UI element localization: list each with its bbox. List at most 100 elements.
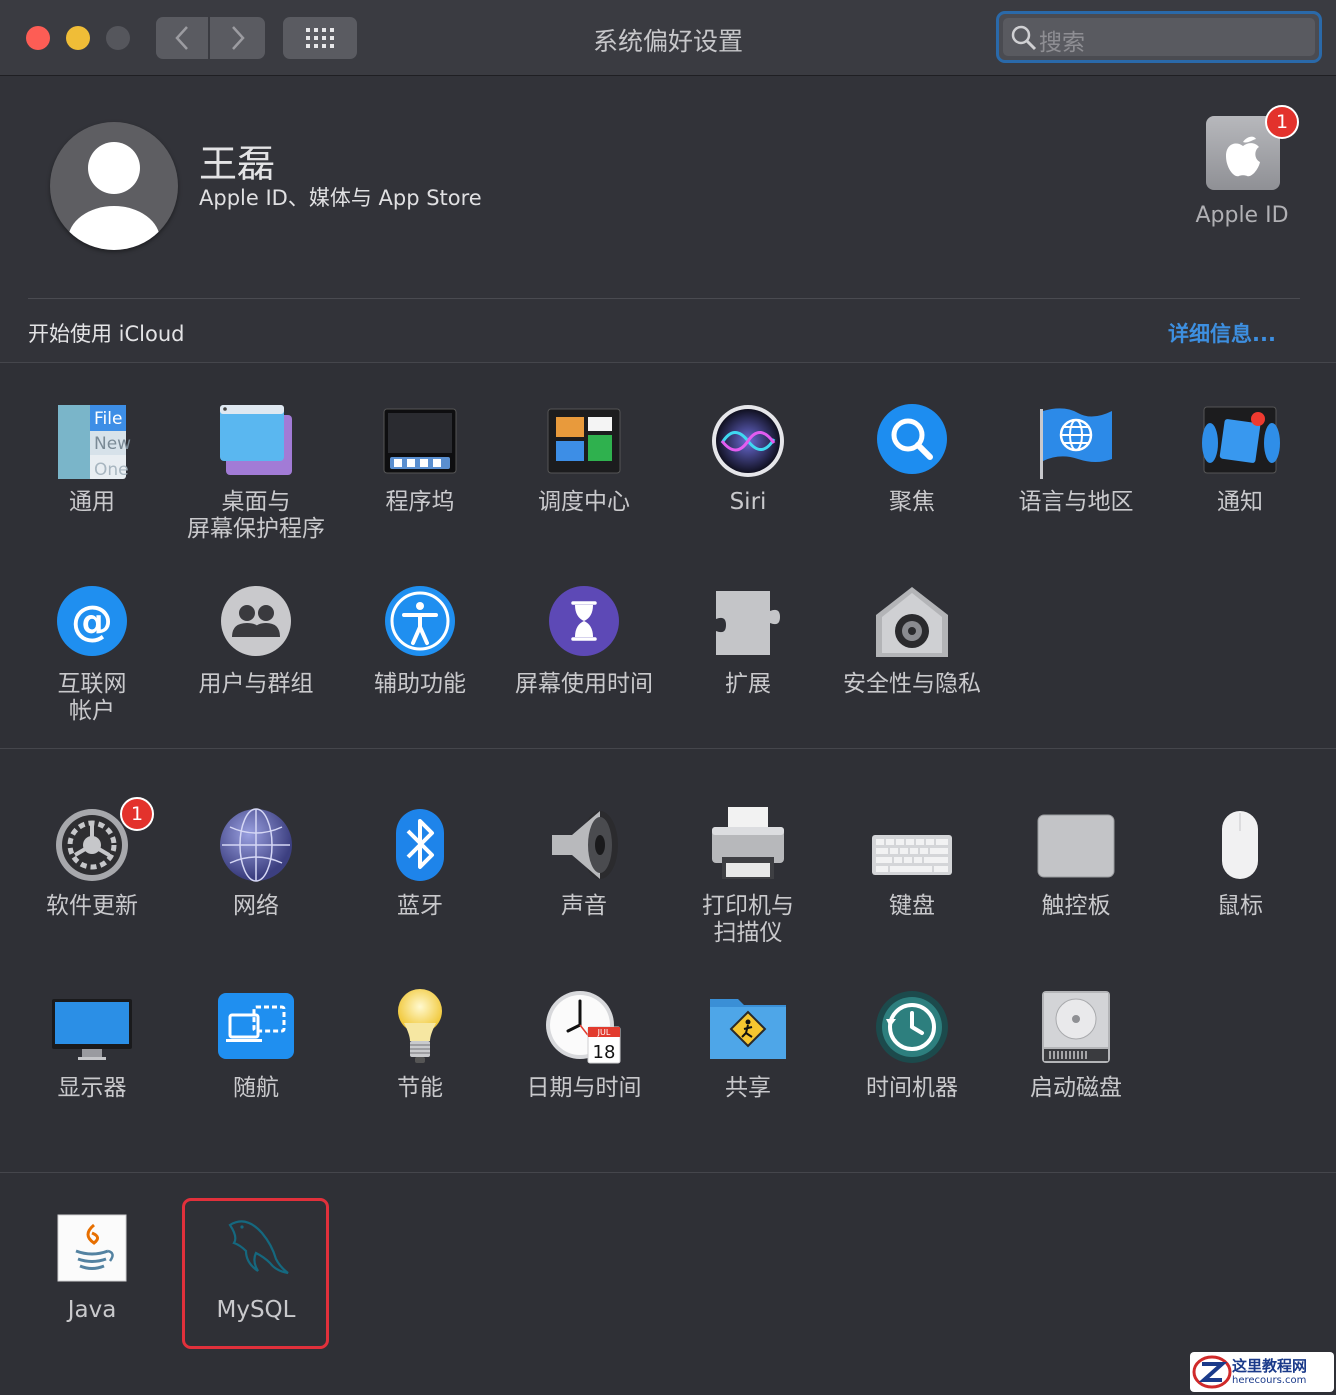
pane-label: 网络 (233, 893, 279, 919)
pane-label: 打印机与 扫描仪 (702, 893, 794, 946)
pane-label: 蓝牙 (397, 893, 443, 919)
users-groups-icon (221, 586, 291, 656)
watermark-logo-icon (1192, 1355, 1232, 1389)
spotlight-icon (877, 404, 947, 474)
pane-label: 安全性与隐私 (843, 671, 981, 697)
icloud-prompt: 开始使用 iCloud (28, 322, 185, 346)
pane-sharing[interactable]: 共享 (666, 989, 830, 1102)
pane-label: 日期与时间 (526, 1075, 642, 1101)
pane-label: 时间机器 (866, 1075, 958, 1101)
pane-label: 随航 (233, 1075, 279, 1101)
pane-label: 用户与群组 (198, 671, 314, 697)
user-name[interactable]: 王磊 (199, 133, 275, 188)
details-link[interactable]: 详细信息... (1168, 318, 1276, 348)
pane-sound[interactable]: 声音 (502, 807, 666, 920)
pane-label: 通用 (69, 489, 115, 515)
svg-text:One: One (94, 460, 129, 480)
pane-label: 辅助功能 (374, 671, 466, 697)
screen-time-icon (549, 586, 619, 656)
network-icon (220, 808, 292, 882)
pane-time-machine[interactable]: 时间机器 (830, 989, 994, 1102)
pane-label: 聚焦 (889, 489, 935, 515)
pane-desktop-screensaver[interactable]: 桌面与 屏幕保护程序 (174, 403, 338, 543)
update-badge: 1 (120, 797, 154, 831)
pane-label: 互联网 帐户 (57, 671, 127, 724)
sound-icon (552, 811, 618, 879)
pane-keyboard[interactable]: 键盘 (830, 807, 994, 920)
pane-label: 程序坞 (385, 489, 455, 515)
svg-text:File: File (94, 409, 122, 429)
pane-security-privacy[interactable]: 安全性与隐私 (830, 585, 994, 698)
pane-sidecar[interactable]: 随航 (174, 989, 338, 1102)
notifications-icon (1202, 406, 1280, 474)
bluetooth-icon (396, 809, 444, 881)
avatar[interactable] (50, 122, 178, 250)
apple-id-badge: 1 (1265, 105, 1299, 139)
siri-icon (712, 405, 784, 477)
pane-label: 启动磁盘 (1030, 1075, 1122, 1101)
search-icon (1011, 25, 1037, 51)
pane-software-update[interactable]: 1 软件更新 (10, 797, 174, 920)
pane-bluetooth[interactable]: 蓝牙 (338, 807, 502, 920)
pane-label: 触控板 (1041, 893, 1111, 919)
pane-date-time[interactable]: JUL 18 日期与时间 (502, 989, 666, 1102)
pane-energy-saver[interactable]: 节能 (338, 989, 502, 1102)
time-machine-icon (876, 991, 948, 1063)
sidecar-icon (218, 993, 294, 1059)
pane-label: 扩展 (725, 671, 771, 697)
pane-general[interactable]: File New One 通用 (10, 403, 174, 516)
pane-accessibility[interactable]: 辅助功能 (338, 585, 502, 698)
pane-label: Java (67, 1297, 117, 1323)
apple-id-label: Apple ID (1195, 203, 1289, 228)
pane-label: 声音 (561, 893, 607, 919)
date-time-icon: JUL 18 (546, 991, 621, 1064)
pane-extensions[interactable]: 扩展 (666, 585, 830, 698)
displays-icon (52, 999, 132, 1060)
pane-label: 鼠标 (1217, 893, 1263, 919)
watermark-title: 这里教程网 (1232, 1357, 1308, 1375)
pane-label: 键盘 (889, 893, 935, 919)
pane-label: 显示器 (57, 1075, 127, 1101)
internet-accounts-icon: @ (57, 586, 127, 656)
pane-label: 共享 (725, 1075, 771, 1101)
pane-network[interactable]: 网络 (174, 807, 338, 920)
general-icon: File New One (58, 405, 131, 480)
pane-spotlight[interactable]: 聚焦 (830, 403, 994, 516)
security-privacy-icon (876, 587, 948, 657)
pane-mouse[interactable]: 鼠标 (1158, 807, 1322, 920)
startup-disk-icon (1042, 991, 1110, 1063)
title-bar: 系统偏好设置 搜索 (0, 0, 1336, 76)
java-icon (57, 1214, 127, 1282)
pane-trackpad[interactable]: 触控板 (994, 807, 1158, 920)
mysql-highlight-box (182, 1198, 329, 1349)
pane-label: 桌面与 屏幕保护程序 (187, 489, 325, 542)
pane-screen-time[interactable]: 屏幕使用时间 (502, 585, 666, 698)
svg-text:JUL: JUL (597, 1028, 611, 1037)
pane-label: 语言与地区 (1018, 489, 1134, 515)
mission-control-icon (547, 408, 621, 474)
pane-siri[interactable]: Siri (666, 403, 830, 516)
search-field[interactable]: 搜索 (996, 11, 1322, 63)
pane-dock[interactable]: 程序坞 (338, 403, 502, 516)
pane-language-region[interactable]: 语言与地区 (994, 403, 1158, 516)
pane-printers-scanners[interactable]: 打印机与 扫描仪 (666, 807, 830, 947)
pane-notifications[interactable]: 通知 (1158, 403, 1322, 516)
svg-text:18: 18 (593, 1042, 616, 1063)
search-placeholder: 搜索 (1039, 30, 1085, 56)
pane-internet-accounts[interactable]: @ 互联网 帐户 (10, 585, 174, 725)
pane-displays[interactable]: 显示器 (10, 989, 174, 1102)
watermark-url: herecours.com (1232, 1375, 1307, 1386)
pane-startup-disk[interactable]: 启动磁盘 (994, 989, 1158, 1102)
pane-label: 通知 (1217, 489, 1263, 515)
pane-mission-control[interactable]: 调度中心 (502, 403, 666, 516)
pane-users-groups[interactable]: 用户与群组 (174, 585, 338, 698)
user-silhouette-icon (68, 142, 160, 250)
account-subtitle[interactable]: Apple ID、媒体与 App Store (199, 182, 482, 212)
keyboard-icon (872, 835, 952, 875)
dock-icon (383, 408, 457, 474)
pane-java[interactable]: Java (10, 1211, 174, 1324)
svg-text:New: New (94, 434, 131, 454)
mouse-icon (1222, 811, 1258, 879)
sharing-icon (710, 999, 786, 1059)
trackpad-icon (1037, 814, 1115, 878)
